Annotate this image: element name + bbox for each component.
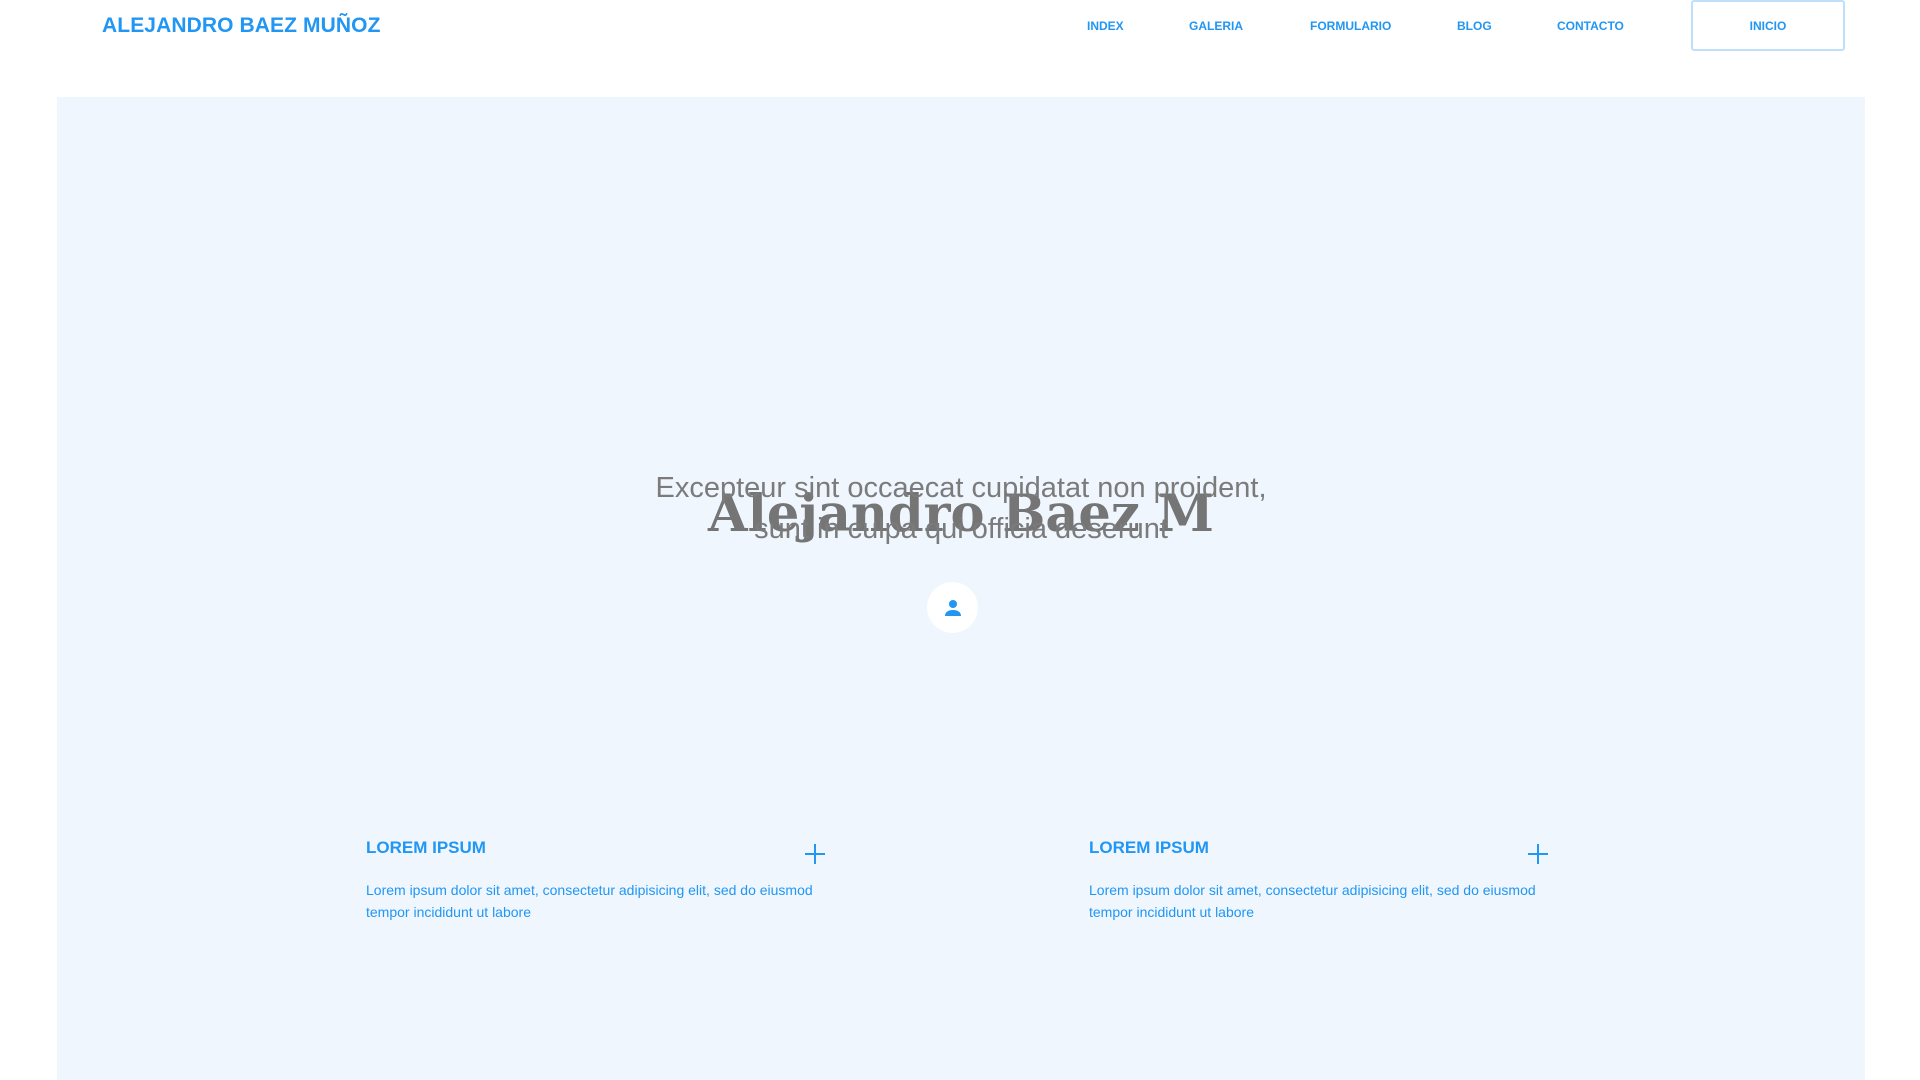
hero-subtitle: Excepteur sint occaecat cupidatat non pr… [57,472,1865,562]
hero-panel: Alejandro Baez M Excepteur sint occaecat… [57,97,1865,1080]
site-header: ALEJANDRO BAEZ MUÑOZ INDEX GALERIA FORMU… [0,0,1920,96]
card-title: LOREM IPSUM [366,838,486,857]
nav-item-blog[interactable]: BLOG [1457,19,1492,33]
hero-subtitle-line-2: sunt in culpa qui officia deserunt [754,513,1168,545]
hero-subtitle-line-1: Excepteur sint occaecat cupidatat non pr… [655,472,1267,504]
nav-item-galeria[interactable]: GALERIA [1189,19,1243,33]
nav-item-contacto[interactable]: CONTACTO [1557,19,1624,33]
plus-icon[interactable] [1526,842,1550,866]
person-icon [941,596,965,620]
feature-card: LOREM IPSUM Lorem ipsum dolor sit amet, … [366,838,836,948]
main-nav: INDEX GALERIA FORMULARIO BLOG CONTACTO I… [0,0,1920,52]
avatar-button[interactable] [927,582,978,633]
card-text: Lorem ipsum dolor sit amet, consectetur … [366,882,813,920]
feature-card: LOREM IPSUM Lorem ipsum dolor sit amet, … [1089,838,1559,948]
inicio-button[interactable]: INICIO [1691,0,1845,51]
card-title: LOREM IPSUM [1089,838,1209,857]
nav-item-formulario[interactable]: FORMULARIO [1310,19,1391,33]
plus-icon[interactable] [803,842,827,866]
card-text: Lorem ipsum dolor sit amet, consectetur … [1089,882,1536,920]
nav-item-index[interactable]: INDEX [1087,19,1124,33]
